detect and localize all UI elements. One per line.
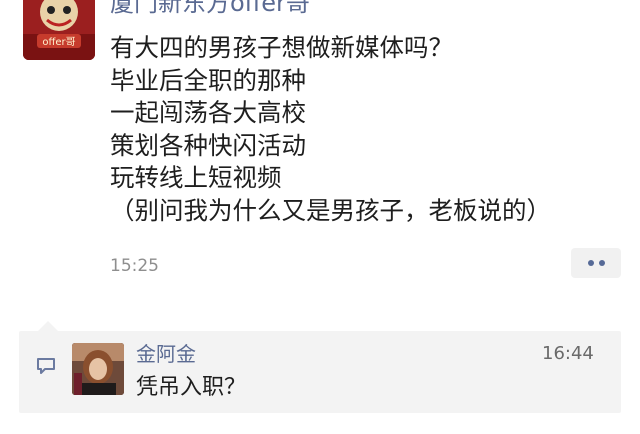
post-body-line: 玩转线上短视频 <box>110 163 282 192</box>
post-body-line: （别问我为什么又是男孩子，老板说的） <box>110 195 551 225</box>
more-dots-icon <box>587 260 594 266</box>
comment-bubble-icon <box>35 356 57 376</box>
post-body: 有大四的男孩子想做新媒体吗？ 毕业后全职的那种 一起闯荡各大高校 策划各种快闪活… <box>110 32 620 227</box>
moments-post: offer哥 厦门新东方offer哥 有大四的男孩子想做新媒体吗？ 毕业后全职的… <box>0 0 640 300</box>
comment-text[interactable]: 凭吊入职？ <box>136 374 246 402</box>
post-body-line: 有大四的男孩子想做新媒体吗？ <box>110 33 453 62</box>
avatar-badge-text: offer哥 <box>42 36 75 48</box>
post-author-name[interactable]: 厦门新东方offer哥 <box>110 0 310 18</box>
post-body-line: 策划各种快闪活动 <box>110 130 306 160</box>
post-timestamp: 15:25 <box>110 256 159 276</box>
comment-box-notch <box>38 321 58 331</box>
lion-dance-avatar-icon[interactable]: offer哥 <box>23 0 95 60</box>
more-actions-button[interactable] <box>571 248 621 278</box>
commenter-name[interactable]: 金阿金 <box>136 342 196 366</box>
post-body-line: 一起闯荡各大高校 <box>110 98 306 127</box>
comment-timestamp: 16:44 <box>542 343 594 364</box>
post-body-line: 毕业后全职的那种 <box>110 65 306 95</box>
user-avatar-icon[interactable] <box>72 343 124 395</box>
more-dots-icon <box>598 260 605 266</box>
